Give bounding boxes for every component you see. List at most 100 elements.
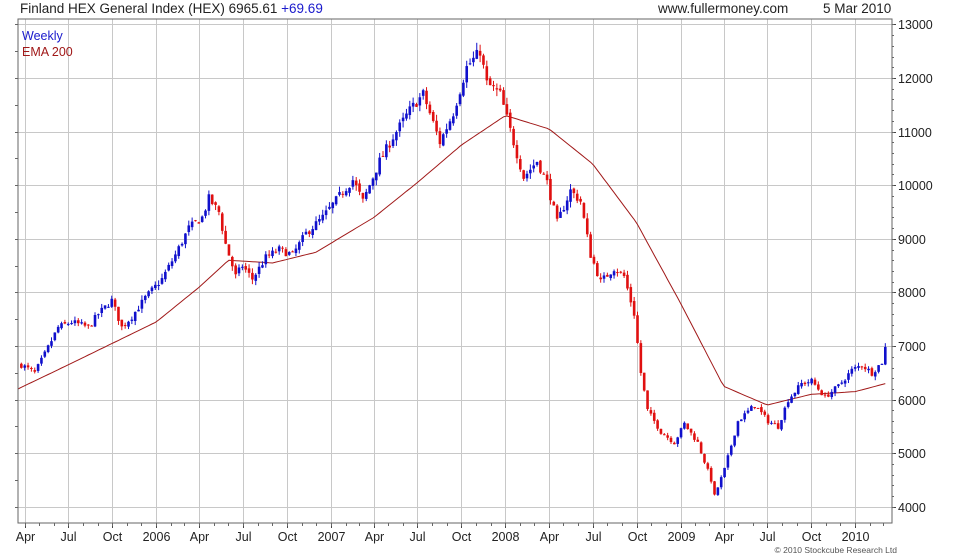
candle bbox=[405, 108, 408, 121]
candle bbox=[606, 272, 609, 277]
candle bbox=[220, 211, 224, 235]
candle-body bbox=[813, 379, 817, 385]
candle-body bbox=[50, 341, 53, 346]
candle-body bbox=[271, 250, 274, 257]
candle-body bbox=[880, 363, 884, 365]
candle bbox=[90, 324, 93, 327]
candle-body bbox=[853, 367, 857, 369]
candle bbox=[33, 367, 37, 374]
candle-body bbox=[70, 323, 73, 325]
candle-body bbox=[220, 213, 224, 231]
candle-body bbox=[545, 174, 549, 181]
candle bbox=[143, 294, 147, 304]
candle bbox=[582, 202, 586, 219]
candle bbox=[107, 304, 110, 308]
candle bbox=[716, 487, 720, 496]
candle-body bbox=[391, 139, 395, 147]
legend: Weekly EMA 200 bbox=[22, 29, 73, 59]
candle bbox=[73, 316, 77, 326]
candle bbox=[284, 247, 288, 257]
candle bbox=[237, 264, 241, 277]
candle-body bbox=[713, 481, 716, 495]
candle bbox=[364, 188, 368, 202]
candle bbox=[187, 220, 191, 236]
candle bbox=[542, 172, 546, 175]
x-tick-label: Jul bbox=[410, 530, 426, 544]
candle bbox=[689, 428, 693, 436]
candle bbox=[518, 155, 522, 172]
x-tick-label: 2007 bbox=[318, 530, 346, 544]
candle-body bbox=[210, 194, 214, 204]
candle bbox=[408, 100, 412, 120]
candle-body bbox=[857, 366, 860, 368]
candle-body bbox=[431, 112, 435, 121]
candle bbox=[328, 202, 331, 210]
candle-body bbox=[127, 321, 130, 327]
candle bbox=[857, 362, 860, 371]
candle-body bbox=[512, 128, 515, 146]
candle-body bbox=[616, 272, 619, 274]
candle bbox=[679, 427, 683, 439]
y-tick-label: 10000 bbox=[898, 179, 933, 193]
candle bbox=[565, 196, 569, 215]
candle bbox=[428, 101, 432, 115]
candle bbox=[743, 410, 746, 423]
candle bbox=[76, 318, 80, 327]
candle-body bbox=[596, 263, 599, 277]
candle-body bbox=[696, 439, 700, 442]
candle-body bbox=[636, 315, 639, 343]
candle bbox=[559, 207, 562, 218]
candle bbox=[318, 214, 321, 226]
candle bbox=[100, 303, 104, 318]
candle bbox=[813, 377, 817, 386]
candle bbox=[820, 389, 823, 396]
candle bbox=[63, 319, 67, 325]
candle-body bbox=[689, 428, 693, 433]
candle bbox=[649, 406, 653, 416]
candle-body bbox=[30, 367, 33, 369]
candle-body bbox=[375, 172, 378, 181]
candle bbox=[358, 179, 361, 196]
candle bbox=[375, 172, 378, 186]
candle bbox=[482, 53, 485, 69]
candle bbox=[619, 270, 623, 274]
candle-body bbox=[301, 235, 304, 243]
y-tick-label: 13000 bbox=[898, 18, 933, 32]
candle-body bbox=[847, 373, 850, 380]
candle-body bbox=[796, 385, 800, 394]
candle-body bbox=[83, 322, 87, 326]
candle bbox=[629, 283, 633, 307]
candle-body bbox=[756, 407, 760, 409]
candle-body bbox=[197, 222, 201, 224]
gridlines bbox=[18, 19, 892, 523]
candle bbox=[264, 251, 268, 268]
candle bbox=[693, 431, 696, 442]
candle bbox=[103, 305, 107, 310]
candle bbox=[780, 419, 783, 431]
candle-body bbox=[850, 368, 854, 374]
y-tick-label: 4000 bbox=[898, 501, 926, 515]
candle bbox=[478, 44, 482, 63]
candle-body bbox=[187, 225, 191, 233]
candle-body bbox=[485, 66, 489, 81]
candle bbox=[368, 184, 371, 194]
candle-body bbox=[20, 363, 23, 368]
candle-body bbox=[160, 278, 164, 284]
candle-body bbox=[498, 88, 502, 91]
candle-body bbox=[33, 370, 37, 372]
y-tick-label: 8000 bbox=[898, 286, 926, 300]
candle-body bbox=[40, 357, 43, 364]
candle-body bbox=[518, 159, 522, 170]
candle-body bbox=[194, 220, 197, 222]
candle bbox=[683, 421, 686, 430]
y-tick-label: 5000 bbox=[898, 447, 926, 461]
candle bbox=[308, 230, 311, 238]
candle-body bbox=[338, 192, 341, 195]
candle-body bbox=[452, 116, 455, 124]
candle-body bbox=[395, 131, 398, 141]
candle bbox=[770, 420, 773, 425]
candle-body bbox=[281, 247, 284, 249]
y-tick-label: 7000 bbox=[898, 340, 926, 354]
candle-body bbox=[539, 160, 542, 173]
candle-body bbox=[274, 251, 278, 253]
